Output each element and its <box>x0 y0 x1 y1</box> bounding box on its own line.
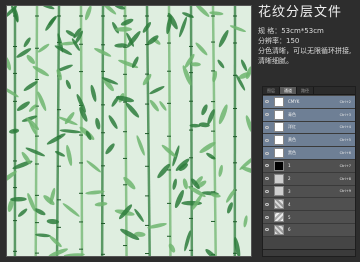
channel-thumbnail <box>274 96 284 107</box>
channel-row[interactable]: 1 Ctrl+7 <box>263 159 355 173</box>
info-title: 花纹分层文件 <box>258 5 343 20</box>
panel-bottom-bar <box>263 249 355 256</box>
bamboo-pattern-image <box>7 6 251 256</box>
channels-panel: 图层 通道 路径 CMYK Ctrl+2 青色 Ctrl+3 洋红 Ctrl+4 黄色 Ctr… <box>262 86 356 257</box>
channel-shortcut: Ctrl+7 <box>339 163 351 168</box>
channel-thumbnail <box>274 135 284 146</box>
tab-channels[interactable]: 通道 <box>280 87 297 94</box>
channel-name: 5 <box>288 214 291 220</box>
channel-row[interactable]: 2 Ctrl+8 <box>263 172 355 186</box>
tab-paths[interactable]: 路径 <box>297 87 314 94</box>
channel-row[interactable]: 青色 Ctrl+3 <box>263 108 355 122</box>
channel-name: CMYK <box>288 99 300 105</box>
channel-thumbnail <box>274 186 284 197</box>
channel-thumbnail <box>274 160 284 171</box>
info-size: 规 格：53cm*53cm <box>258 27 324 35</box>
channel-shortcut: Ctrl+3 <box>339 112 351 117</box>
panel-tabs: 图层 通道 路径 <box>263 87 355 95</box>
info-block: 花纹分层文件 规 格：53cm*53cm 分辨率：150 分色清晰，可以无限循环… <box>258 5 358 66</box>
channel-name: 黑色 <box>288 150 296 156</box>
channel-shortcut: Ctrl+8 <box>339 176 351 181</box>
pattern-preview <box>6 5 252 257</box>
eye-icon[interactable] <box>263 96 271 108</box>
channel-name: 青色 <box>288 111 296 117</box>
channel-name: 4 <box>288 201 291 207</box>
channel-row[interactable]: 黄色 Ctrl+5 <box>263 134 355 148</box>
channel-shortcut: Ctrl+9 <box>339 189 351 194</box>
channel-row[interactable]: 4 <box>263 198 355 212</box>
channel-name: 6 <box>288 227 291 233</box>
channel-row[interactable]: 5 <box>263 211 355 224</box>
channel-shortcut: Ctrl+4 <box>339 125 351 130</box>
channel-thumbnail <box>274 148 284 159</box>
eye-icon[interactable] <box>263 109 271 121</box>
eye-icon[interactable] <box>263 147 271 159</box>
tab-layers[interactable]: 图层 <box>263 87 280 94</box>
channel-thumbnail <box>274 199 284 210</box>
channel-thumbnail <box>274 224 284 235</box>
channel-name: 3 <box>288 188 291 194</box>
channel-shortcut: Ctrl+6 <box>339 151 351 156</box>
eye-icon[interactable] <box>263 122 271 134</box>
eye-icon[interactable] <box>263 186 271 198</box>
channel-shortcut: Ctrl+2 <box>339 99 351 104</box>
info-note-2: 清晰细腻。 <box>258 57 293 65</box>
channel-name: 洋红 <box>288 124 296 130</box>
channel-thumbnail <box>274 122 284 133</box>
info-note-1: 分色清晰，可以无限循环拼接, <box>258 47 352 55</box>
eye-icon[interactable] <box>263 211 271 223</box>
channel-row[interactable]: 6 <box>263 223 355 237</box>
eye-icon[interactable] <box>263 198 271 210</box>
channel-list: CMYK Ctrl+2 青色 Ctrl+3 洋红 Ctrl+4 黄色 Ctrl+5 黑色 Ctrl… <box>263 96 355 237</box>
channel-row[interactable]: 黑色 Ctrl+6 <box>263 147 355 160</box>
channel-name: 2 <box>288 176 291 182</box>
channel-shortcut: Ctrl+5 <box>339 138 351 143</box>
eye-icon[interactable] <box>263 134 271 146</box>
info-dpi: 分辨率：150 <box>258 37 300 45</box>
channel-row[interactable]: 洋红 Ctrl+4 <box>263 121 355 135</box>
channel-name: 黄色 <box>288 137 296 143</box>
channel-row[interactable]: CMYK Ctrl+2 <box>263 96 355 109</box>
channel-thumbnail <box>274 173 284 184</box>
channel-thumbnail <box>274 212 284 223</box>
channel-name: 1 <box>288 163 291 169</box>
eye-icon[interactable] <box>263 173 271 185</box>
channel-thumbnail <box>274 109 284 120</box>
eye-icon[interactable] <box>263 224 271 236</box>
channel-row[interactable]: 3 Ctrl+9 <box>263 185 355 199</box>
eye-icon[interactable] <box>263 160 271 172</box>
